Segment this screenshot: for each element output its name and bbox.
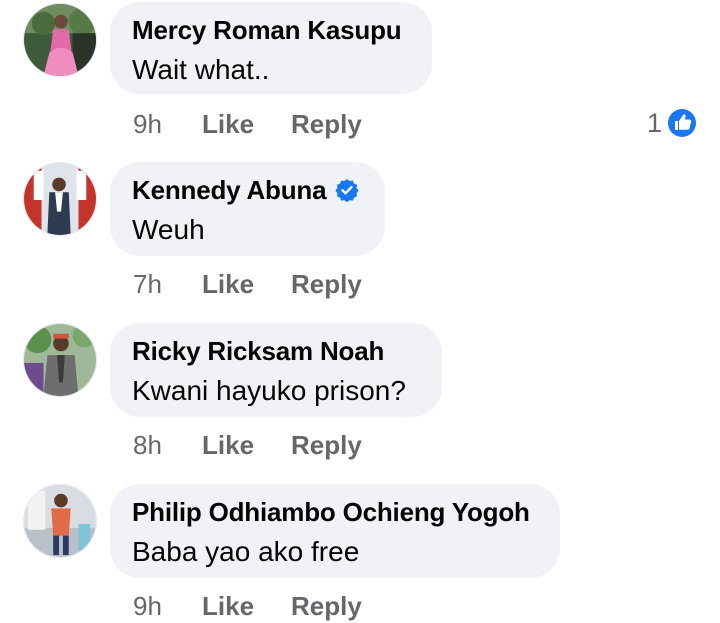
comment-text: Weuh xyxy=(132,214,205,245)
comment-text: Baba yao ako free xyxy=(132,536,360,567)
comment-actions: 7h Like Reply xyxy=(133,267,362,301)
reply-button[interactable]: Reply xyxy=(291,591,362,622)
comment-author[interactable]: Philip Odhiambo Ochieng Yogoh xyxy=(132,496,530,528)
comment-actions: 8h Like Reply xyxy=(133,428,362,462)
comment-timestamp[interactable]: 8h xyxy=(133,430,202,461)
comment-author[interactable]: Ricky Ricksam Noah xyxy=(132,335,384,367)
like-reaction-icon xyxy=(667,108,697,138)
comment-timestamp[interactable]: 9h xyxy=(133,109,202,140)
like-button[interactable]: Like xyxy=(202,109,291,140)
comment-actions: 9h Like Reply xyxy=(133,589,362,623)
reply-button[interactable]: Reply xyxy=(291,430,362,461)
comment-text: Wait what.. xyxy=(132,54,270,85)
comment-timestamp[interactable]: 9h xyxy=(133,591,202,622)
avatar[interactable] xyxy=(23,3,97,77)
verified-badge-icon xyxy=(335,178,359,203)
reaction-summary[interactable]: 1 xyxy=(647,106,697,140)
reply-button[interactable]: Reply xyxy=(291,109,362,140)
reaction-count: 1 xyxy=(646,107,662,138)
comment-timestamp[interactable]: 7h xyxy=(133,269,202,300)
comment-author[interactable]: Kennedy Abuna xyxy=(132,174,327,206)
avatar[interactable] xyxy=(23,162,97,236)
comment-bubble: Ricky Ricksam Noah Kwani hayuko prison? xyxy=(110,323,442,417)
comment-bubble: Mercy Roman Kasupu Wait what.. xyxy=(110,2,432,94)
comment-bubble: Philip Odhiambo Ochieng Yogoh Baba yao a… xyxy=(110,484,560,578)
comment-bubble: Kennedy Abuna Weuh xyxy=(110,162,385,256)
like-button[interactable]: Like xyxy=(202,591,291,622)
comment-text: Kwani hayuko prison? xyxy=(132,375,406,406)
like-button[interactable]: Like xyxy=(202,269,291,300)
like-button[interactable]: Like xyxy=(202,430,291,461)
comment-author[interactable]: Mercy Roman Kasupu xyxy=(132,14,402,46)
comment-actions: 9h Like Reply xyxy=(133,107,362,141)
avatar[interactable] xyxy=(23,484,97,558)
reply-button[interactable]: Reply xyxy=(291,269,362,300)
avatar[interactable] xyxy=(23,323,97,397)
